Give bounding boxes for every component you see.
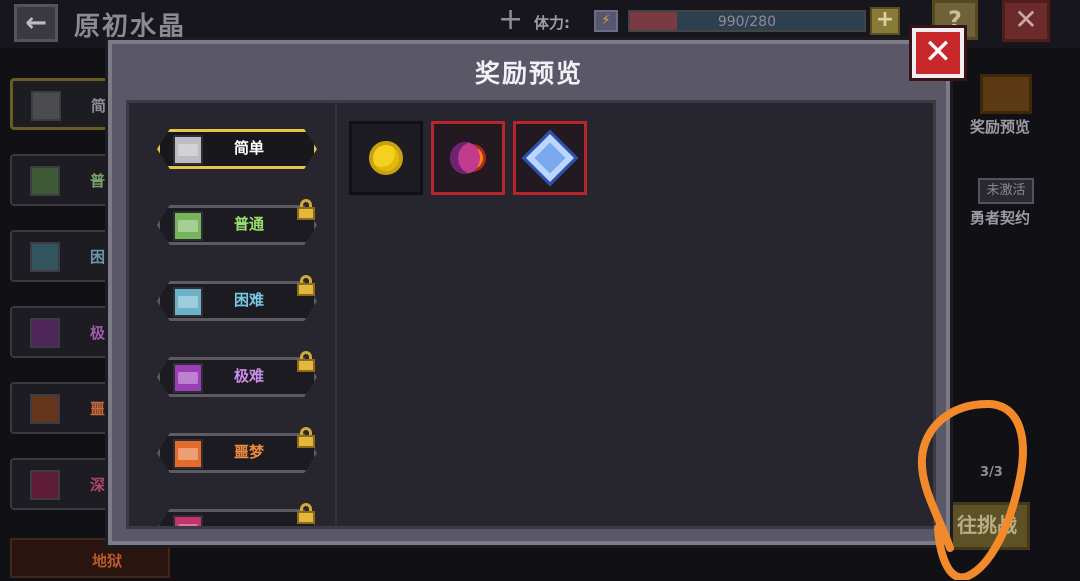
moon-sun-icon <box>448 138 488 178</box>
bg-difficulty-label: 深 <box>90 476 106 494</box>
lock-icon <box>296 427 316 449</box>
arrow-left-icon: ← <box>25 8 47 38</box>
modal-header: 奖励预览 <box>112 44 946 100</box>
bg-difficulty-item[interactable]: 噩 <box>10 382 110 434</box>
skull-icon <box>30 318 60 348</box>
bg-difficulty-label: 极 <box>90 324 106 342</box>
back-button[interactable]: ← <box>14 4 58 42</box>
lock-icon <box>296 351 316 373</box>
close-icon: ✕ <box>923 32 953 72</box>
page-title: 原初水晶 <box>74 12 187 42</box>
difficulty-item[interactable]: 噩梦 <box>151 427 319 477</box>
skull-icon <box>173 211 203 241</box>
modal-close-button[interactable]: ✕ <box>912 28 964 78</box>
skull-icon <box>30 470 60 500</box>
bg-difficulty-item[interactable]: 普 <box>10 154 110 206</box>
bg-difficulty-label: 简 <box>91 97 107 115</box>
skull-icon <box>31 91 61 121</box>
orange-annotation-circle <box>917 399 1027 580</box>
bg-difficulty-label: 困 <box>90 248 106 266</box>
difficulty-item[interactable]: 困难 <box>151 275 319 325</box>
contract-status-badge[interactable]: 未激活 <box>978 178 1034 204</box>
skull-icon <box>173 287 203 317</box>
skull-icon <box>173 515 203 526</box>
modal-title: 奖励预览 <box>474 59 583 88</box>
skull-icon <box>173 363 203 393</box>
plus-icon: + <box>498 2 524 37</box>
lock-icon <box>296 503 316 525</box>
difficulty-label: 简单 <box>233 139 264 157</box>
skull-icon <box>30 242 60 272</box>
skull-icon <box>173 439 203 469</box>
difficulty-label: 困难 <box>233 291 264 309</box>
crystal-icon <box>521 129 579 187</box>
difficulty-label: 极难 <box>233 367 264 385</box>
bg-difficulty-label: 地狱 <box>92 552 123 570</box>
stamina-value: 990/280 <box>717 14 776 30</box>
bg-difficulty-item[interactable]: 极 <box>10 306 110 358</box>
reward-preview-label: 奖励预览 <box>970 118 1031 136</box>
contract-label: 勇者契约 <box>970 209 1031 227</box>
gold-coin-icon <box>369 141 403 175</box>
reward-slot[interactable] <box>513 121 587 195</box>
stamina-label: 体力: <box>534 14 570 32</box>
difficulty-item[interactable]: 普通 <box>151 199 319 249</box>
treasure-chest-icon[interactable] <box>980 74 1032 114</box>
reward-slot[interactable] <box>349 121 423 195</box>
lock-icon <box>296 199 316 221</box>
stamina-bar-fill <box>630 12 677 30</box>
add-stamina-button[interactable]: + <box>870 7 900 35</box>
difficulty-item[interactable]: 极难 <box>151 351 319 401</box>
bg-difficulty-item[interactable]: 困 <box>10 230 110 282</box>
reward-preview-modal: 奖励预览 ✕ 简单普通困难极难噩梦 <box>108 28 964 545</box>
skull-icon <box>30 166 60 196</box>
difficulty-item[interactable] <box>151 503 319 526</box>
lightning-icon: ⚡ <box>594 10 618 32</box>
stamina-bar: 990/280 <box>628 10 866 32</box>
bg-difficulty-label: 普 <box>90 172 106 190</box>
difficulty-label: 噩梦 <box>233 443 264 461</box>
bg-difficulty-label: 噩 <box>90 400 106 418</box>
close-page-button[interactable]: ✕ <box>1002 0 1050 42</box>
difficulty-item[interactable]: 简单 <box>151 123 319 173</box>
skull-icon <box>173 135 203 165</box>
difficulty-list[interactable]: 简单普通困难极难噩梦 <box>129 103 337 526</box>
reward-slot[interactable] <box>431 121 505 195</box>
bg-difficulty-item[interactable]: 简 <box>10 78 110 130</box>
skull-icon <box>30 394 60 424</box>
difficulty-label: 普通 <box>233 215 264 233</box>
bg-difficulty-item[interactable]: 深 <box>10 458 110 510</box>
lock-icon <box>296 275 316 297</box>
reward-list <box>349 121 587 195</box>
modal-body: 简单普通困难极难噩梦 <box>126 100 936 529</box>
